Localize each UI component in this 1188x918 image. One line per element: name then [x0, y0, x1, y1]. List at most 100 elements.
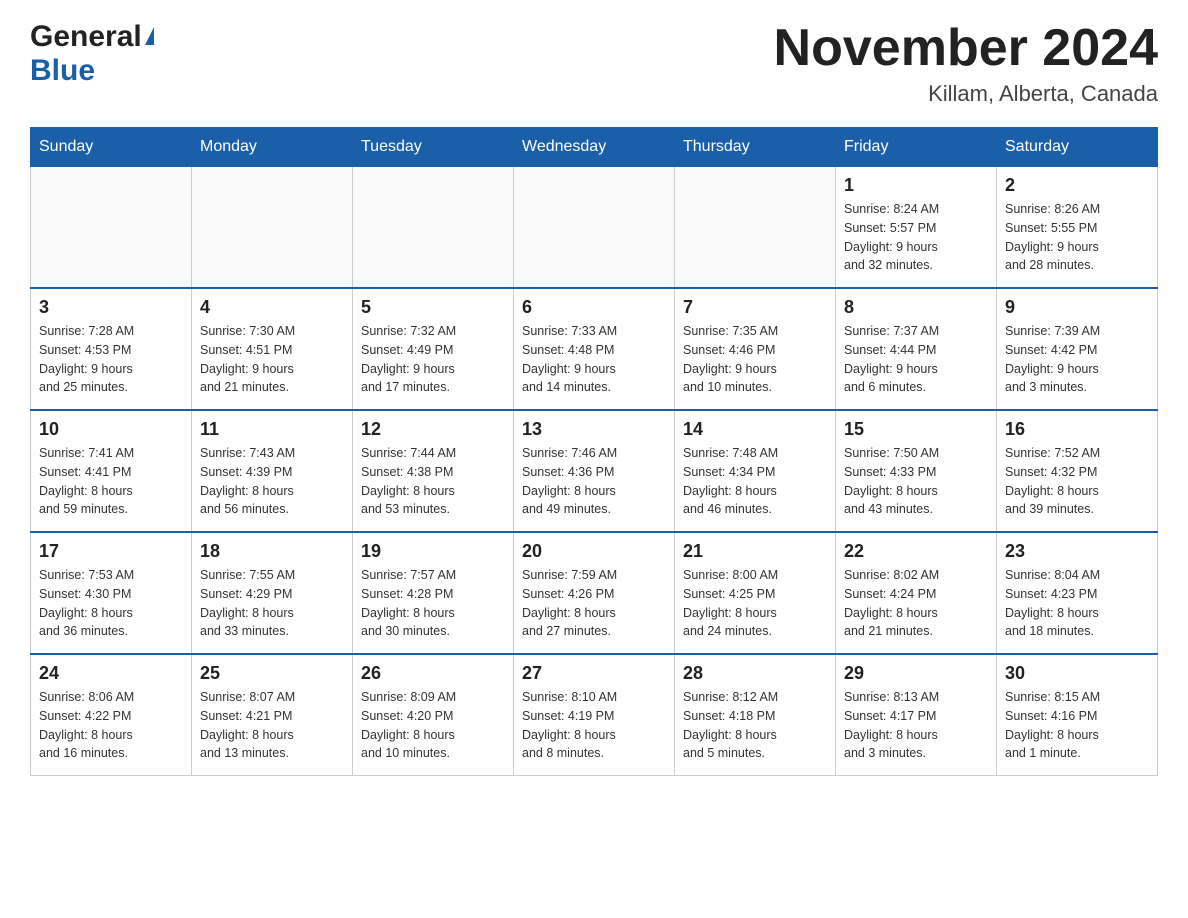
day-info: Sunrise: 7:43 AM Sunset: 4:39 PM Dayligh… — [200, 444, 344, 519]
day-info: Sunrise: 8:10 AM Sunset: 4:19 PM Dayligh… — [522, 688, 666, 763]
day-cell: 3 Sunrise: 7:28 AM Sunset: 4:53 PM Daylig… — [31, 288, 192, 410]
day-info: Sunrise: 7:50 AM Sunset: 4:33 PM Dayligh… — [844, 444, 988, 519]
day-info: Sunrise: 8:12 AM Sunset: 4:18 PM Dayligh… — [683, 688, 827, 763]
logo-triangle-icon — [145, 27, 154, 45]
day-info: Sunrise: 7:32 AM Sunset: 4:49 PM Dayligh… — [361, 322, 505, 397]
day-cell — [31, 167, 192, 289]
day-number: 6 — [522, 297, 666, 318]
logo: General Blue — [30, 20, 154, 88]
weekday-header-tuesday: Tuesday — [353, 128, 514, 167]
day-number: 11 — [200, 419, 344, 440]
day-number: 19 — [361, 541, 505, 562]
day-info: Sunrise: 7:59 AM Sunset: 4:26 PM Dayligh… — [522, 566, 666, 641]
day-number: 8 — [844, 297, 988, 318]
location-label: Killam, Alberta, Canada — [774, 81, 1158, 107]
day-cell: 25 Sunrise: 8:07 AM Sunset: 4:21 PM Dayli… — [192, 654, 353, 776]
day-number: 1 — [844, 175, 988, 196]
day-info: Sunrise: 8:15 AM Sunset: 4:16 PM Dayligh… — [1005, 688, 1149, 763]
day-cell: 12 Sunrise: 7:44 AM Sunset: 4:38 PM Dayli… — [353, 410, 514, 532]
day-number: 29 — [844, 663, 988, 684]
weekday-header-friday: Friday — [836, 128, 997, 167]
day-cell: 19Sunrise: 7:57 AM Sunset: 4:28 PM Dayli… — [353, 532, 514, 654]
day-info: Sunrise: 7:41 AM Sunset: 4:41 PM Dayligh… — [39, 444, 183, 519]
weekday-header-wednesday: Wednesday — [514, 128, 675, 167]
weekday-header-monday: Monday — [192, 128, 353, 167]
weekday-header-thursday: Thursday — [675, 128, 836, 167]
page-header: General Blue November 2024 Killam, Alber… — [30, 20, 1158, 107]
day-number: 16 — [1005, 419, 1149, 440]
day-info: Sunrise: 7:33 AM Sunset: 4:48 PM Dayligh… — [522, 322, 666, 397]
day-info: Sunrise: 7:48 AM Sunset: 4:34 PM Dayligh… — [683, 444, 827, 519]
day-number: 23 — [1005, 541, 1149, 562]
day-number: 28 — [683, 663, 827, 684]
logo-blue-text: Blue — [30, 54, 95, 87]
day-info: Sunrise: 8:09 AM Sunset: 4:20 PM Dayligh… — [361, 688, 505, 763]
day-cell: 8 Sunrise: 7:37 AM Sunset: 4:44 PM Daylig… — [836, 288, 997, 410]
day-cell: 26 Sunrise: 8:09 AM Sunset: 4:20 PM Dayli… — [353, 654, 514, 776]
day-info: Sunrise: 8:02 AM Sunset: 4:24 PM Dayligh… — [844, 566, 988, 641]
day-number: 4 — [200, 297, 344, 318]
day-cell: 22Sunrise: 8:02 AM Sunset: 4:24 PM Dayli… — [836, 532, 997, 654]
logo-general-text: General — [30, 20, 142, 54]
day-cell: 10 Sunrise: 7:41 AM Sunset: 4:41 PM Dayli… — [31, 410, 192, 532]
day-cell: 27 Sunrise: 8:10 AM Sunset: 4:19 PM Dayli… — [514, 654, 675, 776]
day-cell: 17Sunrise: 7:53 AM Sunset: 4:30 PM Dayli… — [31, 532, 192, 654]
day-number: 30 — [1005, 663, 1149, 684]
week-row-3: 10 Sunrise: 7:41 AM Sunset: 4:41 PM Dayli… — [31, 410, 1158, 532]
day-cell: 14 Sunrise: 7:48 AM Sunset: 4:34 PM Dayli… — [675, 410, 836, 532]
day-cell — [353, 167, 514, 289]
day-info: Sunrise: 8:13 AM Sunset: 4:17 PM Dayligh… — [844, 688, 988, 763]
day-cell: 13Sunrise: 7:46 AM Sunset: 4:36 PM Dayli… — [514, 410, 675, 532]
day-cell: 1 Sunrise: 8:24 AM Sunset: 5:57 PM Daylig… — [836, 167, 997, 289]
day-number: 26 — [361, 663, 505, 684]
day-info: Sunrise: 8:04 AM Sunset: 4:23 PM Dayligh… — [1005, 566, 1149, 641]
month-title: November 2024 — [774, 20, 1158, 77]
day-number: 10 — [39, 419, 183, 440]
day-cell: 21Sunrise: 8:00 AM Sunset: 4:25 PM Dayli… — [675, 532, 836, 654]
day-number: 9 — [1005, 297, 1149, 318]
day-info: Sunrise: 7:52 AM Sunset: 4:32 PM Dayligh… — [1005, 444, 1149, 519]
title-section: November 2024 Killam, Alberta, Canada — [774, 20, 1158, 107]
day-cell: 5 Sunrise: 7:32 AM Sunset: 4:49 PM Daylig… — [353, 288, 514, 410]
day-number: 5 — [361, 297, 505, 318]
day-info: Sunrise: 8:24 AM Sunset: 5:57 PM Dayligh… — [844, 200, 988, 275]
day-number: 15 — [844, 419, 988, 440]
day-number: 2 — [1005, 175, 1149, 196]
week-row-4: 17Sunrise: 7:53 AM Sunset: 4:30 PM Dayli… — [31, 532, 1158, 654]
day-cell: 4Sunrise: 7:30 AM Sunset: 4:51 PM Daylig… — [192, 288, 353, 410]
week-row-2: 3 Sunrise: 7:28 AM Sunset: 4:53 PM Daylig… — [31, 288, 1158, 410]
day-info: Sunrise: 7:46 AM Sunset: 4:36 PM Dayligh… — [522, 444, 666, 519]
day-info: Sunrise: 7:53 AM Sunset: 4:30 PM Dayligh… — [39, 566, 183, 641]
day-number: 24 — [39, 663, 183, 684]
day-cell — [192, 167, 353, 289]
week-row-1: 1 Sunrise: 8:24 AM Sunset: 5:57 PM Daylig… — [31, 167, 1158, 289]
day-number: 25 — [200, 663, 344, 684]
day-info: Sunrise: 7:28 AM Sunset: 4:53 PM Dayligh… — [39, 322, 183, 397]
day-number: 18 — [200, 541, 344, 562]
day-cell: 15 Sunrise: 7:50 AM Sunset: 4:33 PM Dayli… — [836, 410, 997, 532]
day-cell: 29 Sunrise: 8:13 AM Sunset: 4:17 PM Dayli… — [836, 654, 997, 776]
day-info: Sunrise: 8:07 AM Sunset: 4:21 PM Dayligh… — [200, 688, 344, 763]
day-cell: 11 Sunrise: 7:43 AM Sunset: 4:39 PM Dayli… — [192, 410, 353, 532]
day-cell: 6 Sunrise: 7:33 AM Sunset: 4:48 PM Daylig… — [514, 288, 675, 410]
day-number: 20 — [522, 541, 666, 562]
day-cell: 18 Sunrise: 7:55 AM Sunset: 4:29 PM Dayli… — [192, 532, 353, 654]
day-number: 3 — [39, 297, 183, 318]
day-info: Sunrise: 7:37 AM Sunset: 4:44 PM Dayligh… — [844, 322, 988, 397]
day-info: Sunrise: 7:39 AM Sunset: 4:42 PM Dayligh… — [1005, 322, 1149, 397]
day-cell: 20 Sunrise: 7:59 AM Sunset: 4:26 PM Dayli… — [514, 532, 675, 654]
day-info: Sunrise: 8:06 AM Sunset: 4:22 PM Dayligh… — [39, 688, 183, 763]
day-cell: 24 Sunrise: 8:06 AM Sunset: 4:22 PM Dayli… — [31, 654, 192, 776]
day-number: 12 — [361, 419, 505, 440]
day-number: 14 — [683, 419, 827, 440]
day-number: 27 — [522, 663, 666, 684]
day-cell — [675, 167, 836, 289]
day-info: Sunrise: 7:55 AM Sunset: 4:29 PM Dayligh… — [200, 566, 344, 641]
day-info: Sunrise: 7:44 AM Sunset: 4:38 PM Dayligh… — [361, 444, 505, 519]
week-row-5: 24 Sunrise: 8:06 AM Sunset: 4:22 PM Dayli… — [31, 654, 1158, 776]
day-cell — [514, 167, 675, 289]
day-cell: 30 Sunrise: 8:15 AM Sunset: 4:16 PM Dayli… — [997, 654, 1158, 776]
day-cell: 2Sunrise: 8:26 AM Sunset: 5:55 PM Daylig… — [997, 167, 1158, 289]
day-cell: 9 Sunrise: 7:39 AM Sunset: 4:42 PM Daylig… — [997, 288, 1158, 410]
day-cell: 28 Sunrise: 8:12 AM Sunset: 4:18 PM Dayli… — [675, 654, 836, 776]
